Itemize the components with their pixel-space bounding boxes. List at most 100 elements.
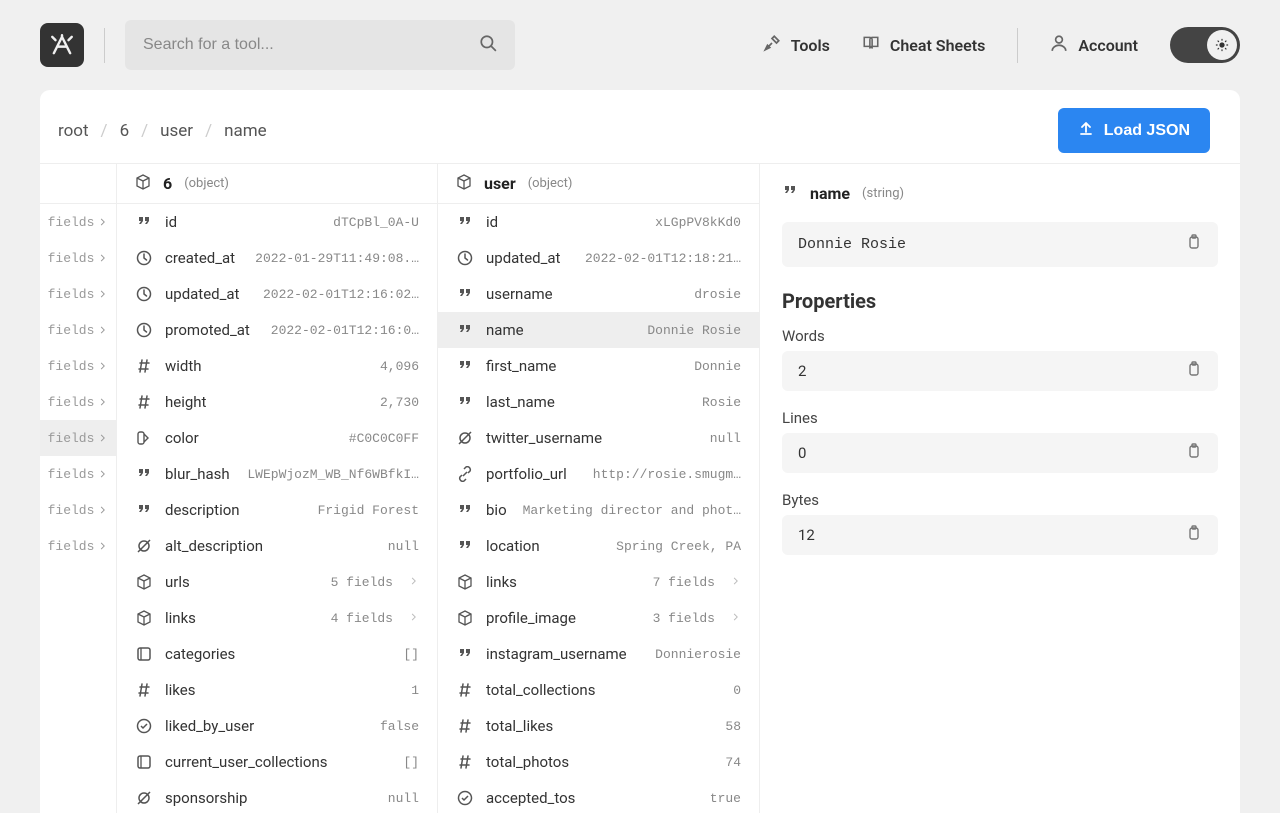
field-row-liked_by_user[interactable]: liked_by_userfalse xyxy=(117,708,437,744)
field-row-total_collections[interactable]: total_collections0 xyxy=(438,672,759,708)
nav-cheatsheets[interactable]: Cheat Sheets xyxy=(862,34,985,56)
field-value: 3 fields xyxy=(653,611,715,626)
field-row-current_user_collections[interactable]: current_user_collections[] xyxy=(117,744,437,780)
field-row-sponsorship[interactable]: sponsorshipnull xyxy=(117,780,437,813)
prop-lines-box: 0 xyxy=(782,433,1218,473)
nav-fields-row[interactable]: fields xyxy=(40,492,116,528)
breadcrumb-seg[interactable]: name xyxy=(224,121,267,141)
field-row-accepted_tos[interactable]: accepted_tostrue xyxy=(438,780,759,813)
search-input[interactable] xyxy=(143,36,469,54)
nav-fields-row[interactable]: fields xyxy=(40,240,116,276)
breadcrumb-seg[interactable]: 6 xyxy=(120,121,130,141)
field-row-likes[interactable]: likes1 xyxy=(117,672,437,708)
chevron-right-icon xyxy=(409,610,419,626)
field-row-total_photos[interactable]: total_photos74 xyxy=(438,744,759,780)
nav-fields-row[interactable]: fields xyxy=(40,456,116,492)
field-key: total_likes xyxy=(486,717,553,735)
field-row-location[interactable]: locationSpring Creek, PA xyxy=(438,528,759,564)
field-row-name[interactable]: nameDonnie Rosie xyxy=(438,312,759,348)
field-row-color[interactable]: color#C0C0C0FF xyxy=(117,420,437,456)
copy-words-icon[interactable] xyxy=(1186,361,1202,381)
field-row-profile_image[interactable]: profile_image3 fields xyxy=(438,600,759,636)
field-row-twitter_username[interactable]: twitter_usernamenull xyxy=(438,420,759,456)
field-row-total_likes[interactable]: total_likes58 xyxy=(438,708,759,744)
field-key: sponsorship xyxy=(165,789,247,807)
quote-icon xyxy=(782,183,798,203)
field-row-username[interactable]: usernamedrosie xyxy=(438,276,759,312)
breadcrumb-sep: / xyxy=(101,121,108,141)
field-value: [] xyxy=(403,647,419,662)
nav-fields-row[interactable]: fields xyxy=(40,528,116,564)
check-icon xyxy=(456,790,474,806)
nav-account[interactable]: Account xyxy=(1050,34,1138,56)
field-row-blur_hash[interactable]: blur_hashLWEpWjozM_WB_Nf6WBfkI… xyxy=(117,456,437,492)
field-key: categories xyxy=(165,645,235,663)
nav-fields-row[interactable]: fields xyxy=(40,420,116,456)
column-6: 6 (object) iddTCpBl_0A-Ucreated_at2022-0… xyxy=(117,164,438,813)
copy-lines-icon[interactable] xyxy=(1186,443,1202,463)
theme-toggle[interactable] xyxy=(1170,27,1240,63)
clock-icon xyxy=(456,250,474,266)
quote-icon xyxy=(456,394,474,410)
field-row-links[interactable]: links7 fields xyxy=(438,564,759,600)
prop-words-value: 2 xyxy=(798,362,806,380)
app-logo[interactable] xyxy=(40,23,84,67)
field-key: id xyxy=(165,213,177,231)
search-box[interactable] xyxy=(125,20,515,70)
field-key: description xyxy=(165,501,240,519)
field-value: 2022-01-29T11:49:08.… xyxy=(255,251,419,266)
field-row-created_at[interactable]: created_at2022-01-29T11:49:08.… xyxy=(117,240,437,276)
field-row-first_name[interactable]: first_nameDonnie xyxy=(438,348,759,384)
field-row-id[interactable]: idxLGpPV8kKd0 xyxy=(438,204,759,240)
nav-fields-row[interactable]: fields xyxy=(40,276,116,312)
box-icon xyxy=(456,174,472,194)
field-row-updated_at[interactable]: updated_at2022-02-01T12:16:02… xyxy=(117,276,437,312)
nav-tools[interactable]: Tools xyxy=(763,34,830,56)
nav-fields-row[interactable]: fields xyxy=(40,348,116,384)
field-row-height[interactable]: height 2,730 xyxy=(117,384,437,420)
copy-value-icon[interactable] xyxy=(1186,234,1202,255)
prop-words-box: 2 xyxy=(782,351,1218,391)
field-row-promoted_at[interactable]: promoted_at2022-02-01T12:16:0… xyxy=(117,312,437,348)
nav-cheatsheets-label: Cheat Sheets xyxy=(890,36,985,55)
chevron-right-icon xyxy=(409,574,419,590)
copy-bytes-icon[interactable] xyxy=(1186,525,1202,545)
field-row-id[interactable]: iddTCpBl_0A-U xyxy=(117,204,437,240)
field-row-urls[interactable]: urls5 fields xyxy=(117,564,437,600)
null-icon xyxy=(135,790,153,806)
nav-fields-row[interactable]: fields xyxy=(40,312,116,348)
field-value: Spring Creek, PA xyxy=(616,539,741,554)
breadcrumb-seg[interactable]: user xyxy=(160,121,193,141)
detail-type: (string) xyxy=(862,186,904,201)
field-row-description[interactable]: description Frigid Forest xyxy=(117,492,437,528)
prop-bytes-value: 12 xyxy=(798,526,815,544)
field-row-instagram_username[interactable]: instagram_usernameDonnierosie xyxy=(438,636,759,672)
field-row-updated_at[interactable]: updated_at2022-02-01T12:18:21… xyxy=(438,240,759,276)
nav-fields-row[interactable]: fields xyxy=(40,204,116,240)
hash-icon xyxy=(135,358,153,374)
null-icon xyxy=(456,430,474,446)
quote-icon xyxy=(135,214,153,230)
field-row-categories[interactable]: categories [] xyxy=(117,636,437,672)
field-key: bio xyxy=(486,501,507,519)
field-key: height xyxy=(165,393,206,411)
field-value: Frigid Forest xyxy=(318,503,419,518)
field-row-last_name[interactable]: last_nameRosie xyxy=(438,384,759,420)
field-value: 4 fields xyxy=(331,611,393,626)
field-row-bio[interactable]: bio Marketing director and phot… xyxy=(438,492,759,528)
swatch-icon xyxy=(135,430,153,446)
field-value: 2,730 xyxy=(380,395,419,410)
load-json-button[interactable]: Load JSON xyxy=(1058,108,1210,153)
breadcrumb-seg[interactable]: root xyxy=(58,121,89,141)
search-icon xyxy=(479,34,497,56)
field-key: updated_at xyxy=(165,285,239,303)
field-row-width[interactable]: width4,096 xyxy=(117,348,437,384)
field-value: Marketing director and phot… xyxy=(523,503,741,518)
field-row-links[interactable]: links4 fields xyxy=(117,600,437,636)
field-row-alt_description[interactable]: alt_descriptionnull xyxy=(117,528,437,564)
field-value: Donnie xyxy=(694,359,741,374)
nav-fields-row[interactable]: fields xyxy=(40,384,116,420)
column-user-title: user xyxy=(484,174,516,193)
prop-words-label: Words xyxy=(782,327,1218,345)
field-row-portfolio_url[interactable]: portfolio_urlhttp://rosie.smugm… xyxy=(438,456,759,492)
